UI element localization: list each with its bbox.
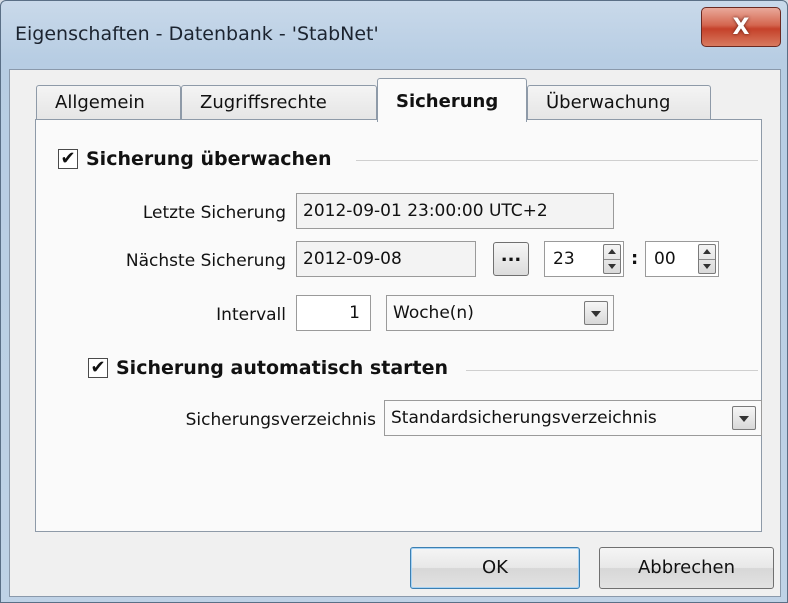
last-backup-field: 2012-09-01 23:00:00 UTC+2 bbox=[296, 193, 614, 229]
interval-unit-select[interactable]: Woche(n) bbox=[386, 295, 614, 331]
backup-dir-label: Sicherungsverzeichnis bbox=[185, 410, 376, 430]
minute-spin-arrows-icon[interactable] bbox=[698, 244, 716, 274]
cancel-button[interactable]: Abbrechen bbox=[599, 547, 774, 589]
next-backup-date-field[interactable]: 2012-09-08 bbox=[296, 241, 476, 277]
chevron-down-icon[interactable] bbox=[732, 406, 756, 430]
interval-label: Intervall bbox=[216, 305, 286, 325]
title-bar[interactable]: Eigenschaften - Datenbank - 'StabNet' X bbox=[1, 1, 788, 69]
tab-zugriffsrechte[interactable]: Zugriffsrechte bbox=[181, 85, 377, 120]
minute-value: 00 bbox=[654, 249, 676, 269]
interval-unit-value: Woche(n) bbox=[393, 303, 474, 323]
tab-ueberwachung[interactable]: Überwachung bbox=[527, 85, 711, 120]
tab-page-sicherung: ✔ Sicherung überwachen Letzte Sicherung … bbox=[35, 119, 762, 532]
tab-bar: Allgemein Zugriffsrechte Sicherung Überw… bbox=[10, 70, 780, 122]
backup-monitor-header: ✔ Sicherung überwachen bbox=[58, 148, 331, 170]
last-backup-label: Letzte Sicherung bbox=[142, 203, 286, 223]
hour-value: 23 bbox=[553, 249, 575, 269]
close-icon: X bbox=[732, 14, 750, 40]
properties-dialog: Eigenschaften - Datenbank - 'StabNet' X … bbox=[0, 0, 788, 603]
close-button[interactable]: X bbox=[701, 7, 781, 47]
minute-spinner[interactable]: 00 bbox=[645, 241, 719, 277]
next-backup-label: Nächste Sicherung bbox=[125, 251, 286, 271]
hour-spinner[interactable]: 23 bbox=[544, 241, 624, 277]
backup-monitor-label[interactable]: Sicherung überwachen bbox=[86, 148, 331, 170]
dialog-client-area: Allgemein Zugriffsrechte Sicherung Überw… bbox=[9, 69, 781, 597]
ok-button[interactable]: OK bbox=[410, 547, 580, 589]
tab-sicherung[interactable]: Sicherung bbox=[377, 78, 527, 122]
hour-spin-arrows-icon[interactable] bbox=[603, 244, 621, 274]
time-separator: : bbox=[631, 248, 639, 269]
window-title: Eigenschaften - Datenbank - 'StabNet' bbox=[15, 23, 379, 45]
backup-dir-select[interactable]: Standardsicherungsverzeichnis bbox=[384, 400, 762, 436]
auto-start-checkbox[interactable]: ✔ bbox=[88, 358, 108, 378]
tab-allgemein[interactable]: Allgemein bbox=[36, 85, 181, 120]
chevron-down-icon[interactable] bbox=[584, 301, 608, 325]
backup-dir-value: Standardsicherungsverzeichnis bbox=[391, 408, 657, 428]
auto-start-header: ✔ Sicherung automatisch starten bbox=[88, 357, 448, 379]
auto-start-label[interactable]: Sicherung automatisch starten bbox=[116, 357, 448, 379]
date-picker-button[interactable]: ... bbox=[493, 242, 529, 276]
interval-value-field[interactable]: 1 bbox=[296, 295, 371, 331]
group-divider bbox=[356, 160, 758, 161]
backup-monitor-checkbox[interactable]: ✔ bbox=[58, 149, 78, 169]
group-divider bbox=[466, 370, 758, 371]
